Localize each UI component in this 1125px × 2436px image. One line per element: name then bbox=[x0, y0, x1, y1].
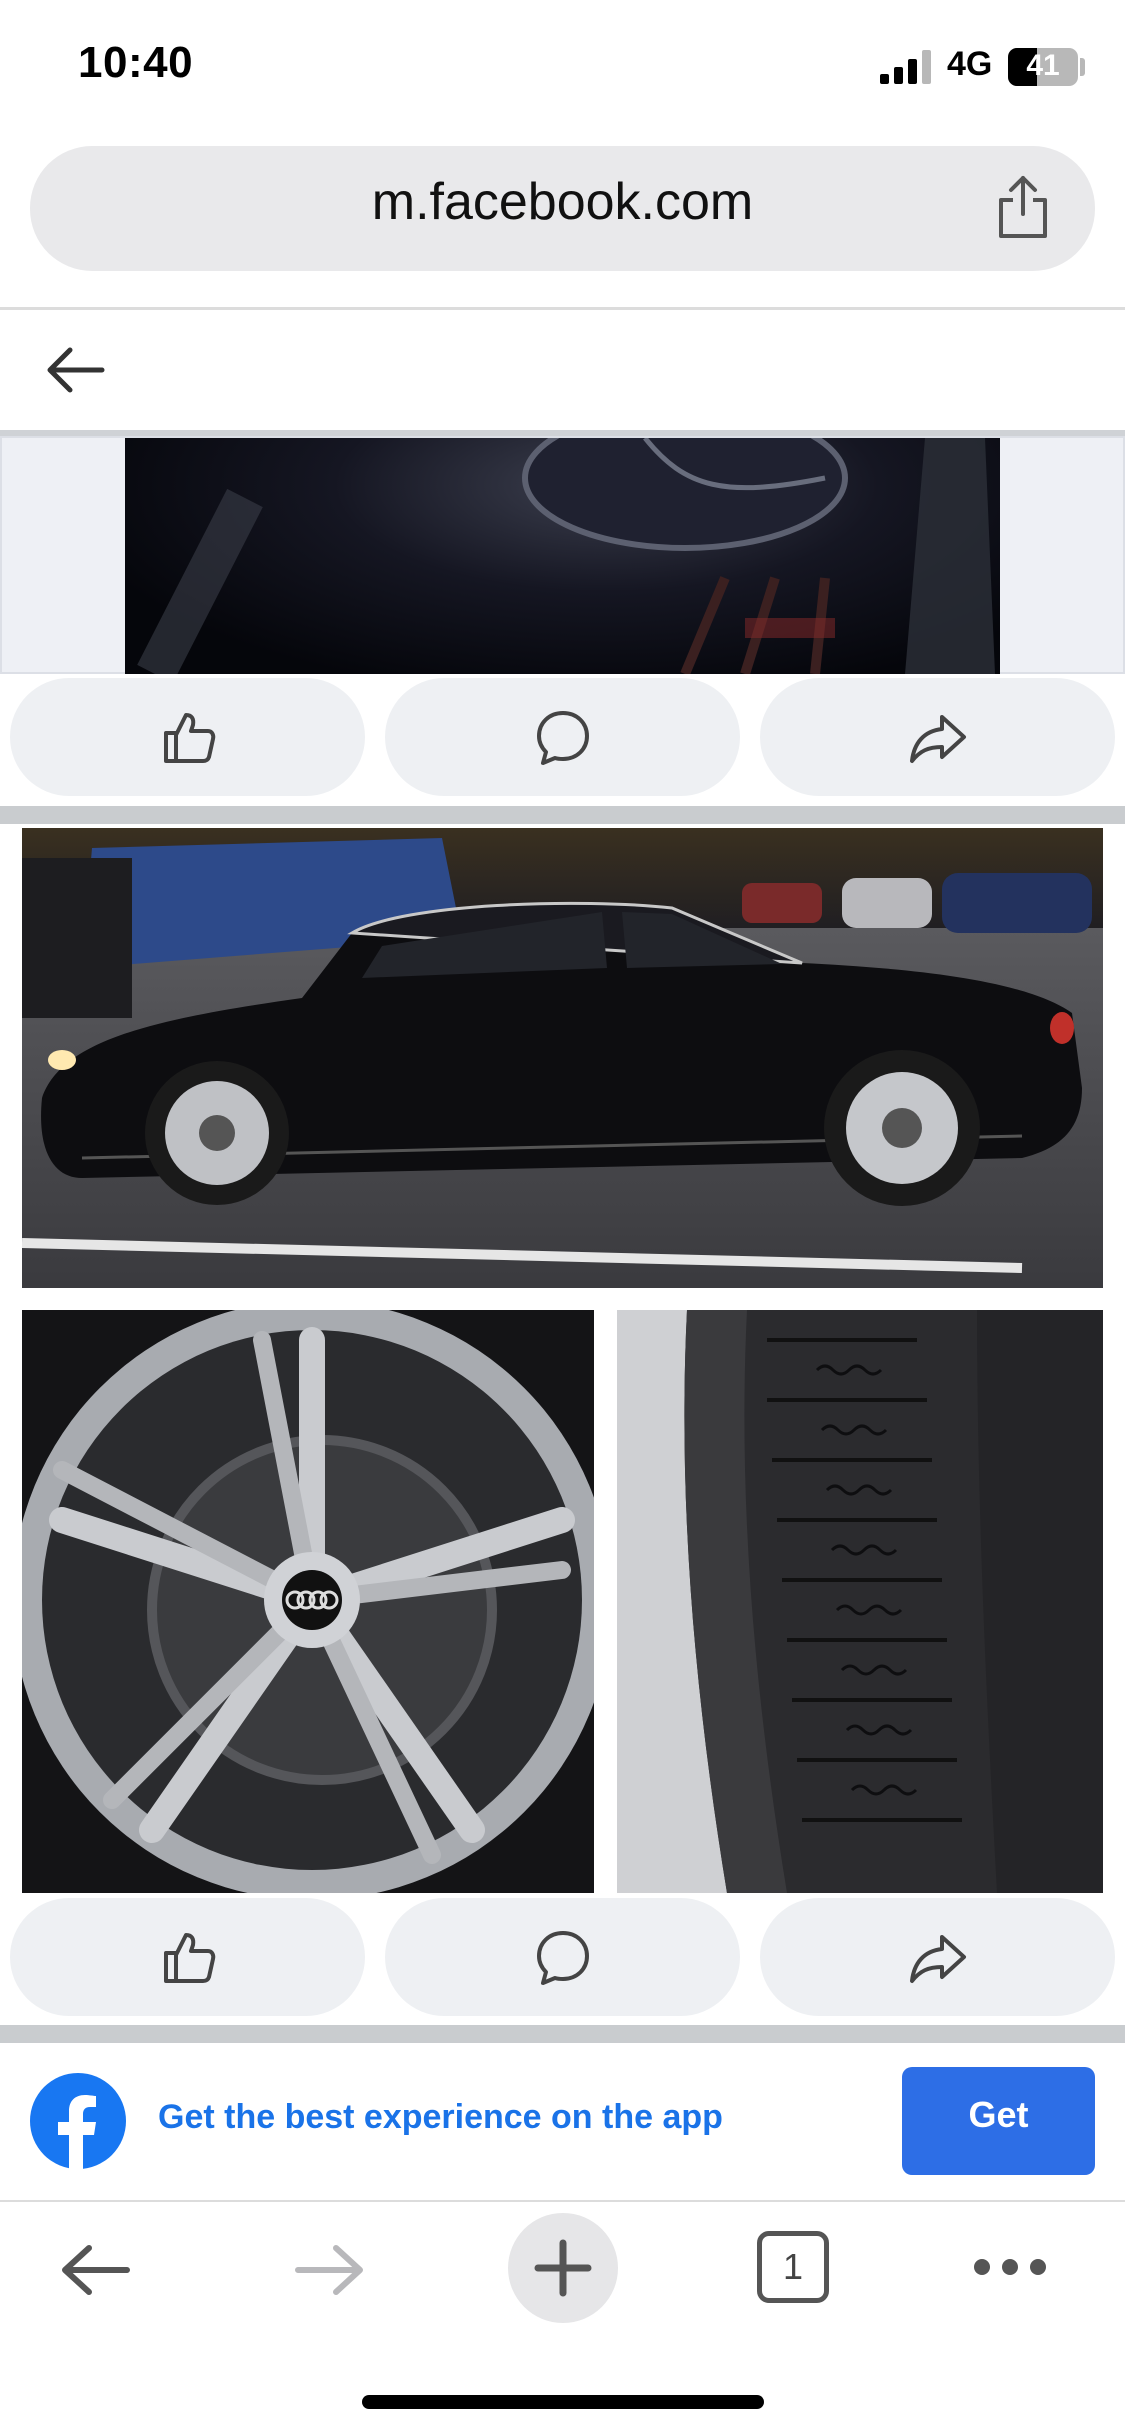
post-separator bbox=[0, 2025, 1125, 2043]
divider bbox=[0, 307, 1125, 310]
post-photo[interactable] bbox=[125, 438, 1000, 674]
share-arrow-icon bbox=[909, 1935, 966, 1983]
comment-bubble-icon bbox=[536, 1931, 589, 1985]
network-type: 4G bbox=[947, 45, 993, 83]
tabs-button[interactable]: 1 bbox=[757, 2231, 829, 2303]
like-button[interactable] bbox=[10, 678, 365, 796]
status-time: 10:40 bbox=[78, 38, 194, 87]
more-options-icon[interactable] bbox=[970, 2255, 1050, 2279]
divider bbox=[0, 2200, 1125, 2202]
forward-arrow-icon[interactable] bbox=[290, 2240, 370, 2300]
cellular-signal-icon bbox=[880, 50, 931, 84]
plus-icon bbox=[534, 2239, 592, 2297]
share-button[interactable] bbox=[760, 1898, 1115, 2016]
car-photo[interactable] bbox=[22, 828, 1103, 1288]
get-app-button[interactable]: Get bbox=[902, 2067, 1095, 2175]
wheel-photo[interactable] bbox=[22, 1310, 594, 1893]
thumbs-up-icon bbox=[163, 1933, 215, 1983]
post-separator bbox=[0, 806, 1125, 824]
new-tab-button[interactable] bbox=[508, 2213, 618, 2323]
share-arrow-icon bbox=[909, 715, 966, 763]
back-arrow-icon[interactable] bbox=[42, 340, 108, 400]
battery-cap bbox=[1080, 58, 1085, 76]
share-icon[interactable] bbox=[993, 172, 1053, 242]
post-actions bbox=[0, 1898, 1125, 2023]
app-banner-text[interactable]: Get the best experience on the app bbox=[158, 2098, 723, 2137]
tire-photo[interactable] bbox=[617, 1310, 1103, 1893]
thumbs-up-icon bbox=[163, 713, 215, 763]
home-indicator bbox=[362, 2395, 764, 2409]
battery-level: 41 bbox=[1026, 49, 1060, 82]
url-text[interactable]: m.facebook.com bbox=[30, 172, 1095, 232]
like-button[interactable] bbox=[10, 1898, 365, 2016]
share-button[interactable] bbox=[760, 678, 1115, 796]
back-arrow-icon[interactable] bbox=[55, 2240, 135, 2300]
battery-icon: 41 bbox=[1008, 48, 1078, 86]
comment-button[interactable] bbox=[385, 1898, 740, 2016]
comment-button[interactable] bbox=[385, 678, 740, 796]
post-actions bbox=[0, 678, 1125, 803]
facebook-logo-icon[interactable] bbox=[30, 2073, 126, 2169]
comment-bubble-icon bbox=[536, 711, 589, 765]
